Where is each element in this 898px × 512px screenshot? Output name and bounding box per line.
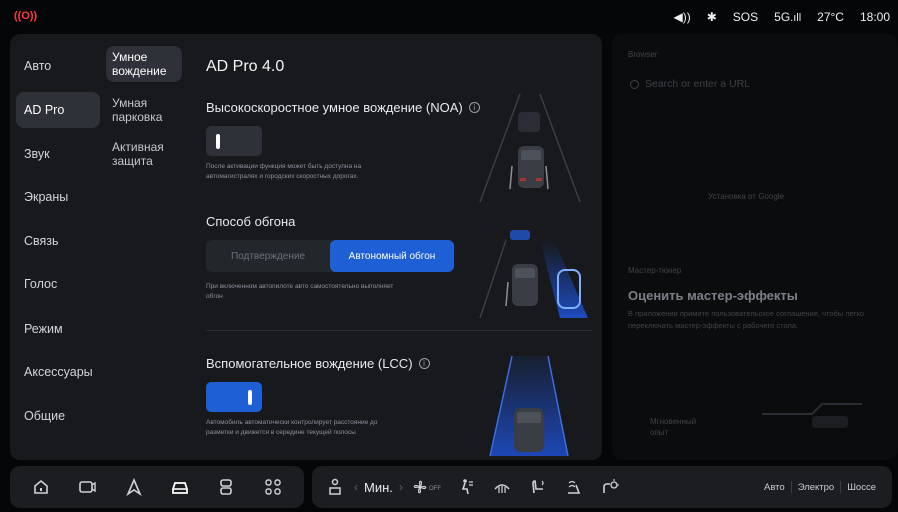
noa-title-text: Высокоскоростное умное вождение (NOA) [206,100,463,115]
nav-item-accessories[interactable]: Аксессуары [16,354,100,390]
tuner-illustration [762,403,862,428]
lcc-description: Автомобиль автоматически контролирует ра… [206,419,378,436]
tire-warning-icon: ((O)) [14,10,38,22]
status-bar: ((O)) ◀)) ✱ SOS 5G.ıll 27°C 18:00 [0,0,898,34]
overtake-illustration [479,230,588,319]
nav-item-mode[interactable]: Режим [16,311,100,347]
mode-auto[interactable]: Авто [758,482,791,493]
mode-highway[interactable]: Шоссе [841,482,882,493]
nav-item-ad-pro[interactable]: AD Pro [16,92,100,128]
media-icon[interactable] [74,474,100,500]
browser-tuner-panel: Browser Search or enter a URL Установка … [612,34,898,460]
subnav-item-label: Активная защита [112,140,164,168]
nav-item-label: Голос [24,277,58,291]
toggle-knob [216,134,220,149]
settings-subnav: Умное вождение Умная парковка Активная з… [106,34,188,460]
subnav-item-label: Умная парковка [112,96,163,124]
svg-text:OFF: OFF [429,486,441,492]
car-icon[interactable] [167,474,193,500]
overtake-description: При включенном автопилоте авто самостоят… [206,283,394,300]
volume-icon[interactable]: ◀)) [674,10,691,24]
settings-content: AD Pro 4.0 Высокоскоростное умное вожден… [196,34,602,460]
nav-item-auto[interactable]: Авто [16,48,100,84]
network-indicator: 5G.ıll [774,10,802,24]
mode-electric[interactable]: Электро [792,482,841,493]
overtake-selector: Подтверждение Автономный обгон [206,240,454,272]
nav-item-label: Экраны [24,190,69,204]
subnav-item-smart-parking[interactable]: Умная парковка [106,92,182,128]
nav-item-label: Звук [24,147,50,161]
fan-icon[interactable]: OFF [411,474,445,500]
search-icon [630,79,639,89]
nav-item-screens[interactable]: Экраны [16,179,100,215]
settings-panel: Авто AD Pro Звук Экраны Связь Голос Режи… [10,34,602,460]
overtake-title-text: Способ обгона [206,214,296,229]
browser-install-text: Установка от Google [708,192,784,201]
nav-item-label: AD Pro [24,103,65,117]
navigation-icon[interactable] [121,474,147,500]
seat-ventilation-icon[interactable] [561,474,587,500]
temp-down-icon[interactable]: ‹ [354,480,358,494]
option-confirmation[interactable]: Подтверждение [206,240,330,272]
search-placeholder: Search or enter a URL [645,78,751,90]
page-title: AD Pro 4.0 [206,58,285,75]
tuner-description: В приложении примите пользовательское со… [628,309,865,330]
option-autonomous-overtake[interactable]: Автономный обгон [330,240,454,272]
nav-item-general[interactable]: Общие [16,398,100,434]
noa-description: После активации функция может быть досту… [206,163,362,180]
section-divider [206,330,592,331]
front-defrost-icon[interactable] [489,474,515,500]
subnav-item-label: Умное вождение [112,50,167,78]
seat-icon[interactable] [213,474,239,500]
dock-apps [10,466,304,508]
noa-toggle[interactable] [206,126,262,156]
instant-experience-label[interactable]: Мгновенный опыт [650,416,710,438]
bluetooth-icon[interactable]: ✱ [707,10,717,24]
apps-grid-icon[interactable] [260,474,286,500]
lcc-title: Вспомогательное вождение (LCC) i [206,356,430,371]
lcc-toggle[interactable] [206,382,262,412]
tuner-label: Мастер-тюнер [628,266,682,275]
driver-seat-icon[interactable] [322,474,348,500]
noa-illustration [479,94,581,203]
clock: 18:00 [859,10,890,24]
seat-heating-icon[interactable] [525,474,551,500]
nav-item-connectivity[interactable]: Связь [16,223,100,259]
nav-item-label: Общие [24,409,66,423]
nav-item-label: Аксессуары [24,365,93,379]
temp-up-icon[interactable]: › [399,480,403,494]
settings-nav: Авто AD Pro Звук Экраны Связь Голос Режи… [10,34,106,460]
nav-item-voice[interactable]: Голос [16,266,100,302]
subnav-item-active-safety[interactable]: Активная защита [106,136,182,172]
overtake-title: Способ обгона [206,214,295,229]
noa-title: Высокоскоростное умное вождение (NOA) i [206,100,480,115]
nav-item-sound[interactable]: Звук [16,136,100,172]
home-icon[interactable] [28,474,54,500]
info-icon[interactable]: i [418,358,430,369]
temperature-control: ‹ Мин. › [354,480,403,495]
browser-search[interactable]: Search or enter a URL [630,78,750,90]
lcc-title-text: Вспомогательное вождение (LCC) [206,356,413,371]
subnav-item-smart-driving[interactable]: Умное вождение [106,46,182,82]
airflow-icon[interactable] [453,474,479,500]
browser-label: Browser [628,50,658,59]
nav-item-label: Режим [24,322,63,336]
dock-climate: ‹ Мин. › OFF Авто Электро Шоссе [312,466,892,508]
nav-item-label: Авто [24,59,52,73]
temperature-value: Мин. [364,479,393,495]
sos-label[interactable]: SOS [733,10,758,24]
outside-temperature: 27°C [817,10,844,24]
steering-heat-icon[interactable] [597,474,623,500]
tuner-title[interactable]: Оценить мастер-эффекты [628,288,798,303]
toggle-knob [248,390,252,405]
nav-item-label: Связь [24,234,59,248]
lcc-illustration [489,355,569,457]
